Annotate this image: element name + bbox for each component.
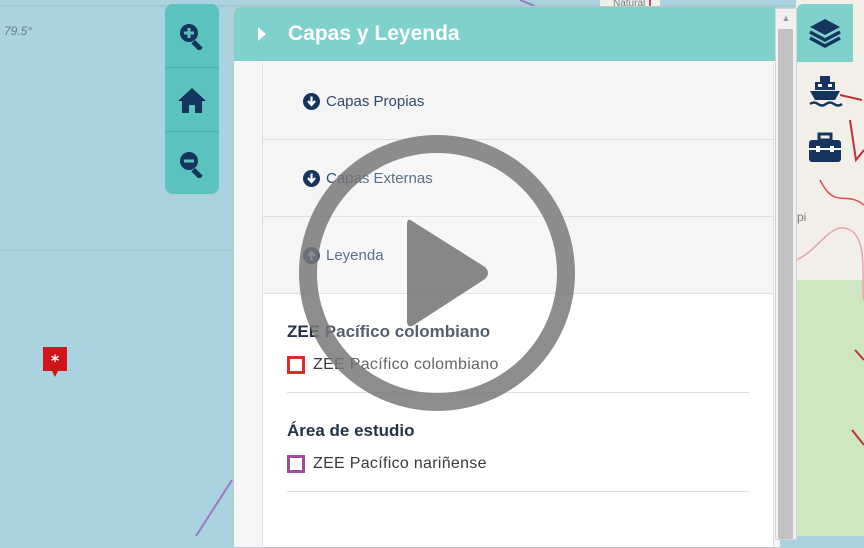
caret-right-icon — [258, 27, 266, 41]
zoom-out-icon — [180, 151, 203, 178]
ship-icon — [809, 76, 843, 107]
layers-button[interactable] — [797, 4, 853, 62]
map-marker-icon[interactable]: * — [43, 347, 67, 377]
legend-item-label: ZEE Pacífico nariñense — [313, 455, 487, 472]
home-icon — [178, 87, 206, 113]
arrow-down-circle-icon — [303, 92, 320, 110]
scroll-up-icon[interactable]: ▲ — [776, 9, 796, 27]
section-label: Capas Propias — [326, 92, 425, 110]
zoom-in-icon — [180, 23, 203, 50]
legend-item: ZEE Pacífico nariñense — [287, 455, 749, 473]
layers-icon — [809, 19, 841, 48]
panel-title: Capas y Leyenda — [288, 22, 460, 45]
panel-header[interactable]: Capas y Leyenda — [234, 7, 780, 61]
coordinate-label: 79.5° — [4, 24, 33, 38]
legend-group-title: Área de estudio — [287, 421, 415, 440]
play-icon[interactable] — [297, 133, 577, 413]
panel-scrollbar[interactable]: ▲ — [775, 8, 797, 540]
ship-button[interactable] — [797, 62, 853, 120]
zoom-in-button[interactable] — [165, 4, 219, 68]
zoom-out-button[interactable] — [165, 132, 219, 194]
toolbox-button[interactable] — [797, 120, 853, 178]
side-toolbar — [797, 4, 853, 178]
map-zoom-controls — [165, 4, 219, 194]
legend-swatch — [287, 455, 305, 473]
scrollbar-thumb[interactable] — [778, 29, 793, 539]
place-label-right: pi — [797, 210, 807, 224]
home-button[interactable] — [165, 68, 219, 132]
section-capas-propias[interactable]: Capas Propias — [263, 63, 773, 140]
toolbox-icon — [809, 132, 841, 162]
svg-text:*: * — [51, 351, 60, 370]
